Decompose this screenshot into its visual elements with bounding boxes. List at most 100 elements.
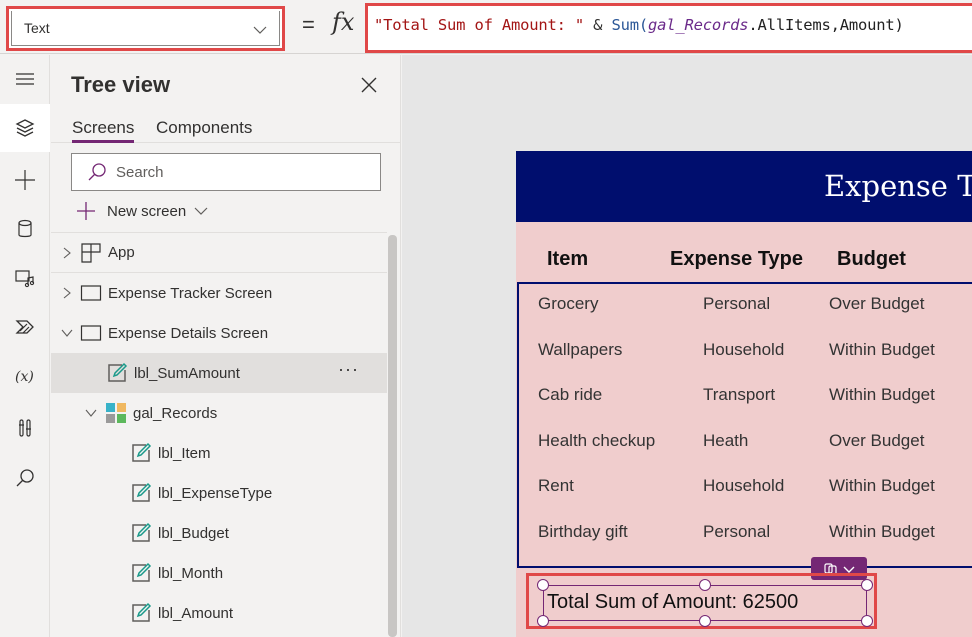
tree-scrollbar[interactable] [388, 235, 397, 637]
property-dropdown[interactable]: Text [6, 6, 285, 51]
tree-item-lbl-budget[interactable]: lbl_Budget [51, 513, 387, 553]
cell-expense-type: Personal [703, 294, 771, 313]
tree-search[interactable] [71, 153, 381, 191]
media-button[interactable] [0, 254, 50, 302]
search-icon [88, 163, 106, 181]
app-screen: Expense Tracker Item Expense Type Budget… [516, 151, 972, 637]
tree-item-lbl-amount[interactable]: lbl_Amount [51, 593, 387, 633]
label-icon [132, 442, 152, 462]
gallery-row[interactable]: Wallpapers Household Within Budget [519, 330, 972, 375]
cell-item: Grocery [538, 294, 599, 313]
equals-sign: = [302, 12, 315, 37]
app-icon [81, 242, 101, 263]
tree-list: App Expense Tracker Screen Expense Detai… [51, 232, 387, 637]
resize-handle-bottom-center[interactable] [699, 615, 711, 627]
search-icon [16, 469, 34, 487]
cell-item: Birthday gift [538, 522, 628, 541]
formula-function: Sum( [611, 16, 648, 34]
cell-budget: Within Budget [829, 522, 935, 541]
database-icon [18, 219, 32, 238]
tree-view-button[interactable] [0, 104, 50, 152]
tree-item-lbl-expensetype[interactable]: lbl_ExpenseType [51, 473, 387, 513]
gallery-row[interactable]: Rent Household Within Budget [519, 466, 972, 511]
label-icon [108, 362, 128, 382]
insert-button[interactable] [0, 156, 50, 204]
variables-icon: (x) [15, 369, 34, 385]
app-title: Expense Tracker [824, 169, 972, 203]
search-rail-button[interactable] [0, 454, 50, 502]
cell-item: Cab ride [538, 385, 603, 404]
tree-item-gal-records[interactable]: gal_Records [51, 393, 387, 433]
media-icon [15, 270, 35, 288]
formula-rest: .AllItems,Amount) [748, 16, 904, 34]
cell-expense-type: Personal [703, 522, 771, 541]
cell-budget: Over Budget [829, 431, 925, 450]
gallery-icon [106, 403, 126, 423]
cell-expense-type: Household [703, 476, 785, 495]
tree-item-expense-tracker-screen[interactable]: Expense Tracker Screen [51, 273, 387, 313]
cell-budget: Within Budget [829, 476, 935, 495]
cell-item: Wallpapers [538, 340, 623, 359]
tree-item-app[interactable]: App [51, 233, 387, 273]
chevron-down-icon[interactable] [85, 407, 97, 419]
layers-icon [15, 119, 35, 137]
data-button[interactable] [0, 205, 50, 253]
label-icon [132, 562, 152, 582]
property-value: Text [24, 20, 50, 36]
cell-budget: Within Budget [829, 340, 935, 359]
label-icon [132, 522, 152, 542]
resize-handle-top-right[interactable] [861, 579, 873, 591]
screen-icon [80, 285, 102, 301]
chevron-right-icon[interactable] [61, 287, 73, 299]
hamburger-menu-button[interactable] [0, 55, 50, 103]
chevron-down-icon[interactable] [61, 327, 73, 339]
formula-bar: Text = fx "Total Sum of Amount: " & Sum(… [0, 0, 972, 54]
cell-budget: Within Budget [829, 385, 935, 404]
new-screen-label: New screen [107, 202, 187, 220]
resize-handle-bottom-left[interactable] [537, 615, 549, 627]
cell-expense-type: Heath [703, 431, 749, 450]
close-icon[interactable] [359, 75, 379, 95]
gallery-row[interactable]: Cab ride Transport Within Budget [519, 375, 972, 420]
app-header: Expense Tracker [516, 151, 972, 222]
tree-view-panel: Tree view Screens Components New screen … [51, 55, 401, 637]
power-automate-button[interactable] [0, 303, 50, 351]
column-header-item: Item [547, 248, 589, 270]
resize-handle-top-center[interactable] [699, 579, 711, 591]
more-options-button[interactable]: ··· [338, 359, 359, 380]
chevron-down-icon [253, 26, 267, 34]
advanced-tools-icon [19, 419, 31, 437]
tree-item-lbl-item[interactable]: lbl_Item [51, 433, 387, 473]
plus-icon [77, 202, 95, 220]
advanced-tools-button[interactable] [0, 404, 50, 452]
fx-icon[interactable]: fx [332, 8, 354, 36]
cell-expense-type: Household [703, 340, 785, 359]
svg-text:(x): (x) [15, 369, 34, 385]
tree-item-lbl-month[interactable]: lbl_Month [51, 553, 387, 593]
chevron-right-icon[interactable] [61, 247, 73, 259]
gallery-row[interactable]: Health checkup Heath Over Budget [519, 421, 972, 466]
plus-icon [15, 170, 35, 190]
formula-gallery-ref: gal_Records [647, 16, 749, 34]
tree-item-expense-details-screen[interactable]: Expense Details Screen [51, 313, 387, 353]
resize-handle-top-left[interactable] [537, 579, 549, 591]
variables-button[interactable]: (x) [0, 352, 50, 400]
gallery-row[interactable]: Grocery Personal Over Budget [519, 284, 972, 329]
column-header-budget: Budget [837, 248, 906, 270]
new-screen-button[interactable]: New screen [75, 200, 208, 222]
left-rail: (x) [0, 55, 50, 637]
tree-tabs: Screens Components [51, 115, 401, 143]
gallery-records[interactable]: Grocery Personal Over Budget Wallpapers … [517, 282, 972, 568]
label-icon [132, 482, 152, 502]
tree-item-lbl-sumamount[interactable]: lbl_SumAmount ··· [51, 353, 387, 393]
formula-input[interactable]: "Total Sum of Amount: " & Sum(gal_Record… [365, 3, 972, 53]
resize-handle-bottom-right[interactable] [861, 615, 873, 627]
tab-components[interactable]: Components [156, 118, 252, 138]
gallery-row[interactable]: Birthday gift Personal Within Budget [519, 512, 972, 557]
formula-operator: & [584, 16, 612, 34]
column-header-expense-type: Expense Type [670, 248, 804, 270]
search-input[interactable] [116, 163, 356, 181]
design-canvas: Expense Tracker Item Expense Type Budget… [402, 55, 972, 637]
formula-string-literal: "Total Sum of Amount: " [374, 16, 585, 34]
tab-screens[interactable]: Screens [72, 118, 135, 143]
